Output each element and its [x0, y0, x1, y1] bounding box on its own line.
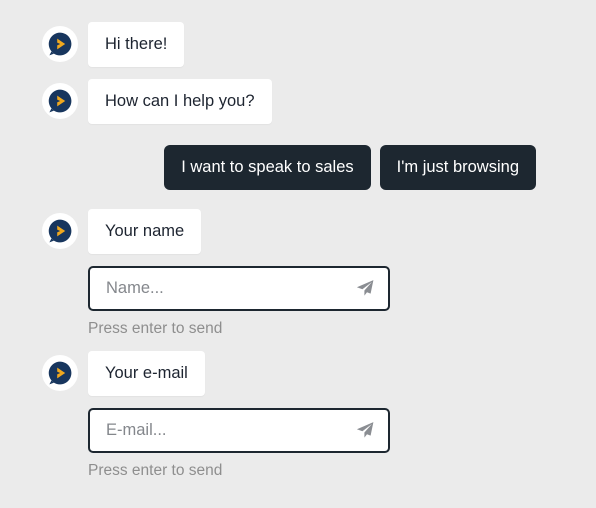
message-row: Hi there!	[0, 22, 596, 67]
email-input-hint: Press enter to send	[88, 461, 223, 479]
message-bubble: How can I help you?	[88, 78, 272, 124]
name-input[interactable]	[106, 278, 348, 298]
message-row: Your name	[0, 208, 596, 254]
bot-avatar	[42, 355, 78, 392]
bot-avatar	[42, 213, 78, 250]
bot-avatar	[42, 83, 78, 120]
quick-reply-browsing[interactable]: I'm just browsing	[379, 144, 536, 190]
email-input-block: Press enter to send	[0, 407, 596, 479]
message-row: Your e-mail	[0, 350, 596, 396]
quick-reply-sales[interactable]: I want to speak to sales	[164, 144, 371, 190]
paper-plane-icon[interactable]	[354, 277, 376, 299]
chat-bubble-play-icon	[48, 219, 72, 243]
message-bubble: Your name	[88, 208, 202, 254]
chat-bubble-play-icon	[48, 362, 72, 385]
message-row: How can I help you?	[0, 78, 596, 124]
message-bubble: Your e-mail	[88, 350, 205, 396]
email-input-wrapper[interactable]	[88, 407, 390, 453]
name-input-wrapper[interactable]	[88, 265, 390, 311]
bot-avatar	[42, 26, 78, 63]
name-input-hint: Press enter to send	[88, 319, 223, 337]
chat-bubble-play-icon	[48, 90, 72, 113]
chat-widget: Hi there! How can I help you? I want to …	[0, 0, 596, 508]
quick-reply-group: I want to speak to sales I'm just browsi…	[0, 136, 596, 190]
message-bubble: Hi there!	[88, 22, 185, 67]
email-input[interactable]	[106, 420, 348, 440]
paper-plane-icon[interactable]	[354, 419, 376, 441]
name-input-block: Press enter to send	[0, 265, 596, 337]
chat-bubble-play-icon	[48, 33, 72, 56]
